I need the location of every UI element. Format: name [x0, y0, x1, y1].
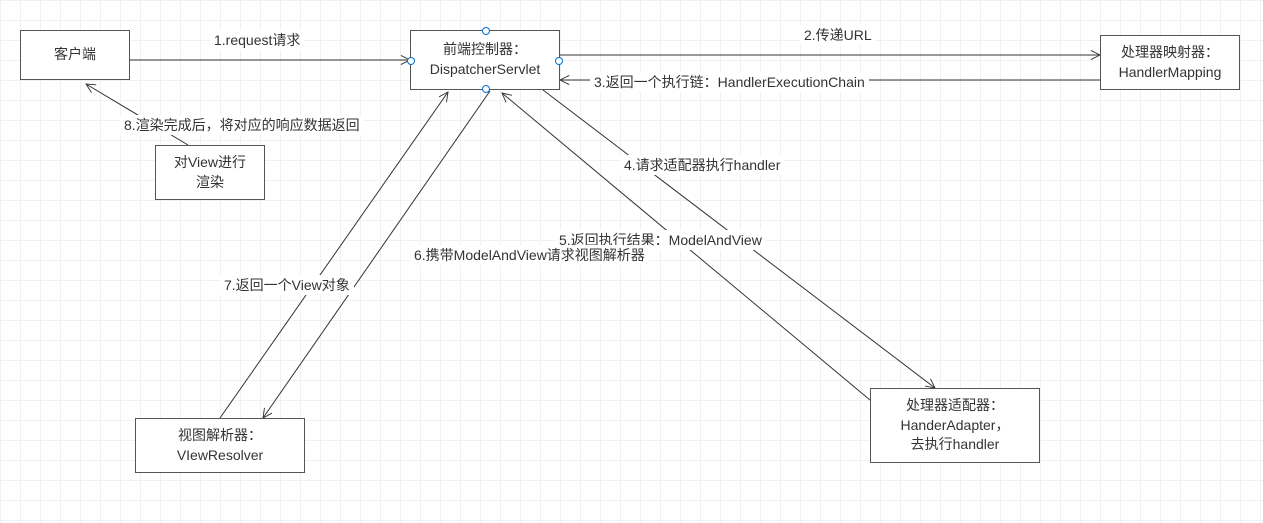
node-adapter-l2: HanderAdapter，: [901, 416, 1010, 436]
edge-label-6: 6.携带ModelAndView请求视图解析器: [410, 245, 649, 265]
node-dispatcher-servlet[interactable]: 前端控制器： DispatcherServlet: [410, 30, 560, 90]
node-render-l2: 渲染: [196, 173, 224, 193]
node-handler-mapping[interactable]: 处理器映射器： HandlerMapping: [1100, 35, 1240, 90]
edge-label-1: 1.request请求: [210, 30, 304, 50]
node-adapter-l3: 去执行handler: [911, 435, 1000, 455]
node-client[interactable]: 客户端: [20, 30, 130, 80]
node-mapping-l1: 处理器映射器：: [1121, 43, 1219, 63]
node-view-render[interactable]: 对View进行 渲染: [155, 145, 265, 200]
node-dispatcher-l2: DispatcherServlet: [430, 60, 541, 80]
node-client-label: 客户端: [54, 45, 96, 65]
edge-label-2: 2.传递URL: [800, 25, 876, 45]
edge-label-4: 4.请求适配器执行handler: [620, 155, 784, 175]
node-render-l1: 对View进行: [174, 153, 246, 173]
node-handler-adapter[interactable]: 处理器适配器： HanderAdapter， 去执行handler: [870, 388, 1040, 463]
node-resolver-l1: 视图解析器：: [178, 426, 262, 446]
edge-label-3: 3.返回一个执行链：HandlerExecutionChain: [590, 72, 869, 92]
node-mapping-l2: HandlerMapping: [1119, 63, 1222, 83]
edge-label-8: 8.渲染完成后，将对应的响应数据返回: [120, 115, 364, 135]
node-dispatcher-l1: 前端控制器：: [443, 40, 527, 60]
node-resolver-l2: VIewResolver: [177, 446, 263, 466]
node-view-resolver[interactable]: 视图解析器： VIewResolver: [135, 418, 305, 473]
node-adapter-l1: 处理器适配器：: [906, 396, 1004, 416]
edge-label-7: 7.返回一个View对象: [220, 275, 354, 295]
